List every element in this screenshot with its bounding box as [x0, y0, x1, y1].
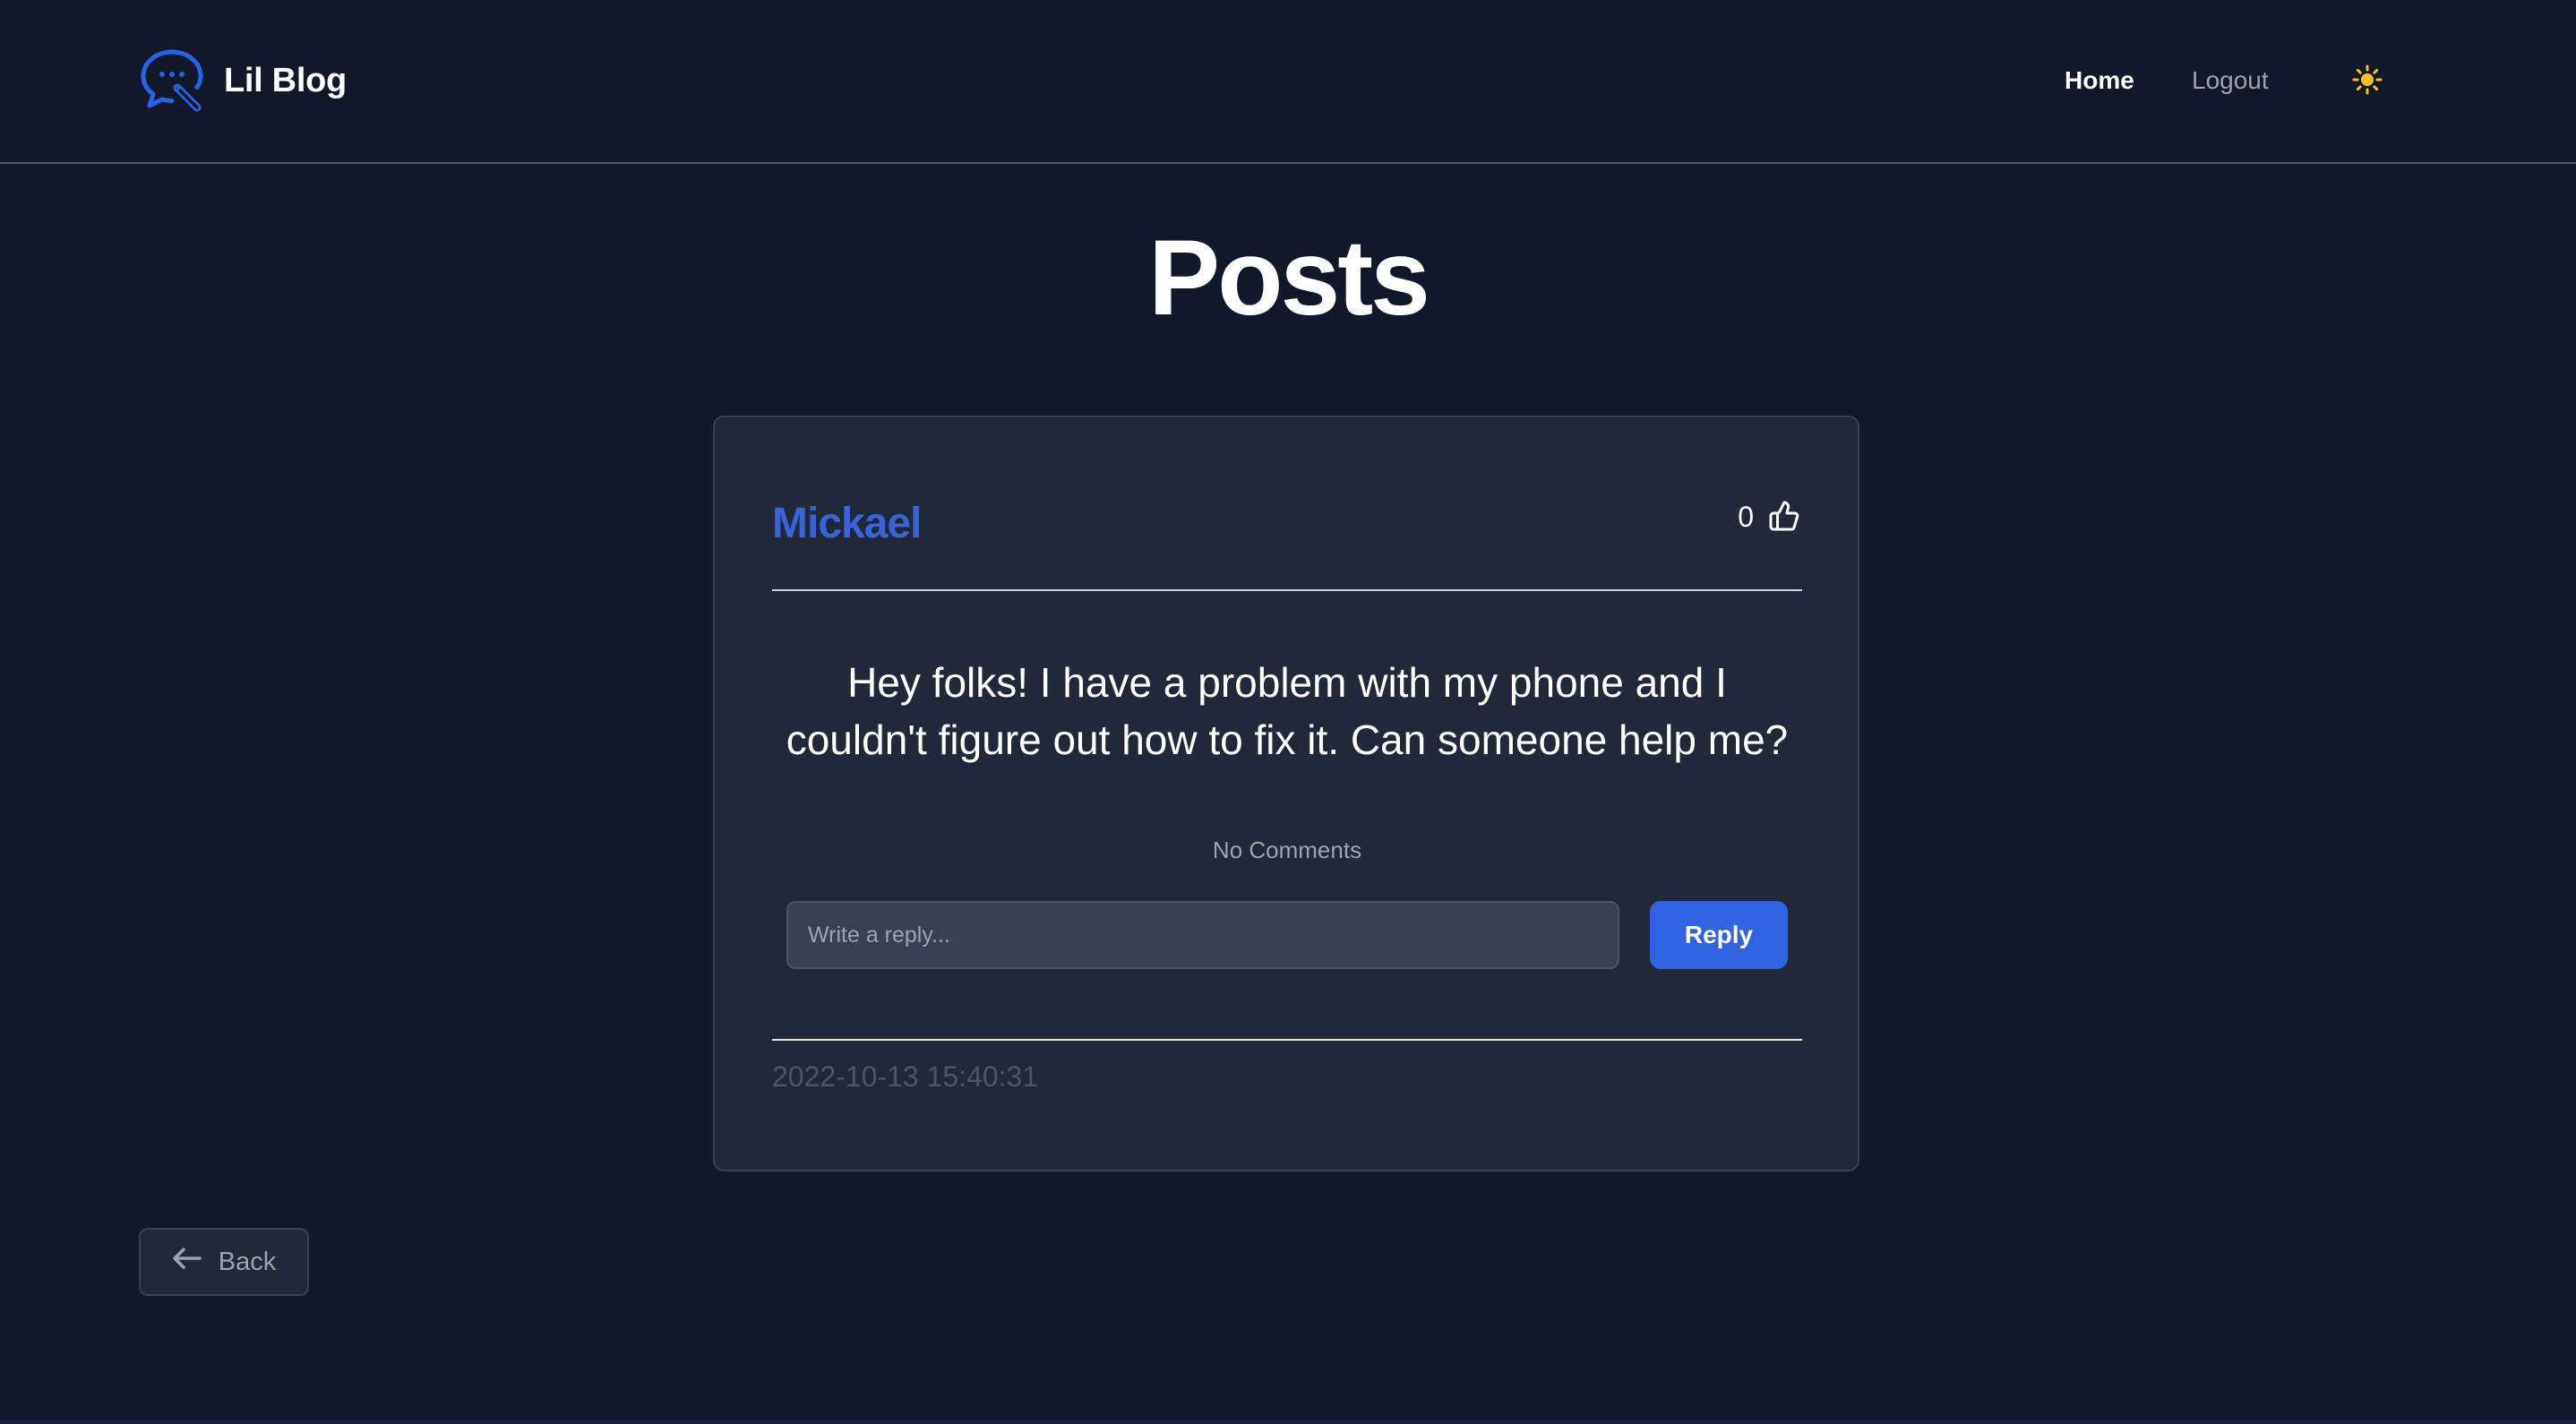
post-body: Hey folks! I have a problem with my phon… [786, 659, 1789, 763]
page-title: Posts [1148, 218, 1430, 338]
back-button-label: Back [218, 1247, 277, 1276]
post-header: Mickael 0 [772, 496, 1802, 559]
post-divider-top [772, 589, 1802, 591]
theme-toggle-button[interactable] [2348, 61, 2387, 100]
reply-input[interactable] [786, 901, 1619, 969]
post-timestamp: 2022-10-13 15:40:31 [772, 1060, 1039, 1093]
nav-logout-link[interactable]: Logout [2192, 61, 2269, 100]
post-divider-bottom [772, 1039, 1802, 1041]
like-button[interactable] [1766, 499, 1802, 535]
sun-icon [2352, 64, 2383, 98]
bottom-strip [0, 1420, 2576, 1424]
nav-home-link[interactable]: Home [2065, 61, 2134, 100]
thumbs-up-icon [1768, 500, 1800, 535]
like-count: 0 [1738, 500, 1754, 533]
comments-status: No Comments [1212, 836, 1362, 863]
post-card: Mickael 0 Hey folks! I have a problem wi… [713, 416, 1859, 1171]
chat-bubble-pen-icon [138, 47, 206, 115]
reply-button[interactable]: Reply [1650, 901, 1788, 969]
brand-link[interactable]: Lil Blog [138, 47, 347, 115]
back-button[interactable]: Back [139, 1228, 309, 1296]
arrow-left-icon [172, 1247, 219, 1277]
navbar: Lil Blog Home Logout [0, 0, 2576, 164]
page: Lil Blog Home Logout Posts Mickael 0 Hey… [0, 0, 2576, 1424]
like-group: 0 [1738, 496, 1802, 537]
post-author-link[interactable]: Mickael [772, 496, 922, 552]
brand-title: Lil Blog [224, 61, 347, 99]
